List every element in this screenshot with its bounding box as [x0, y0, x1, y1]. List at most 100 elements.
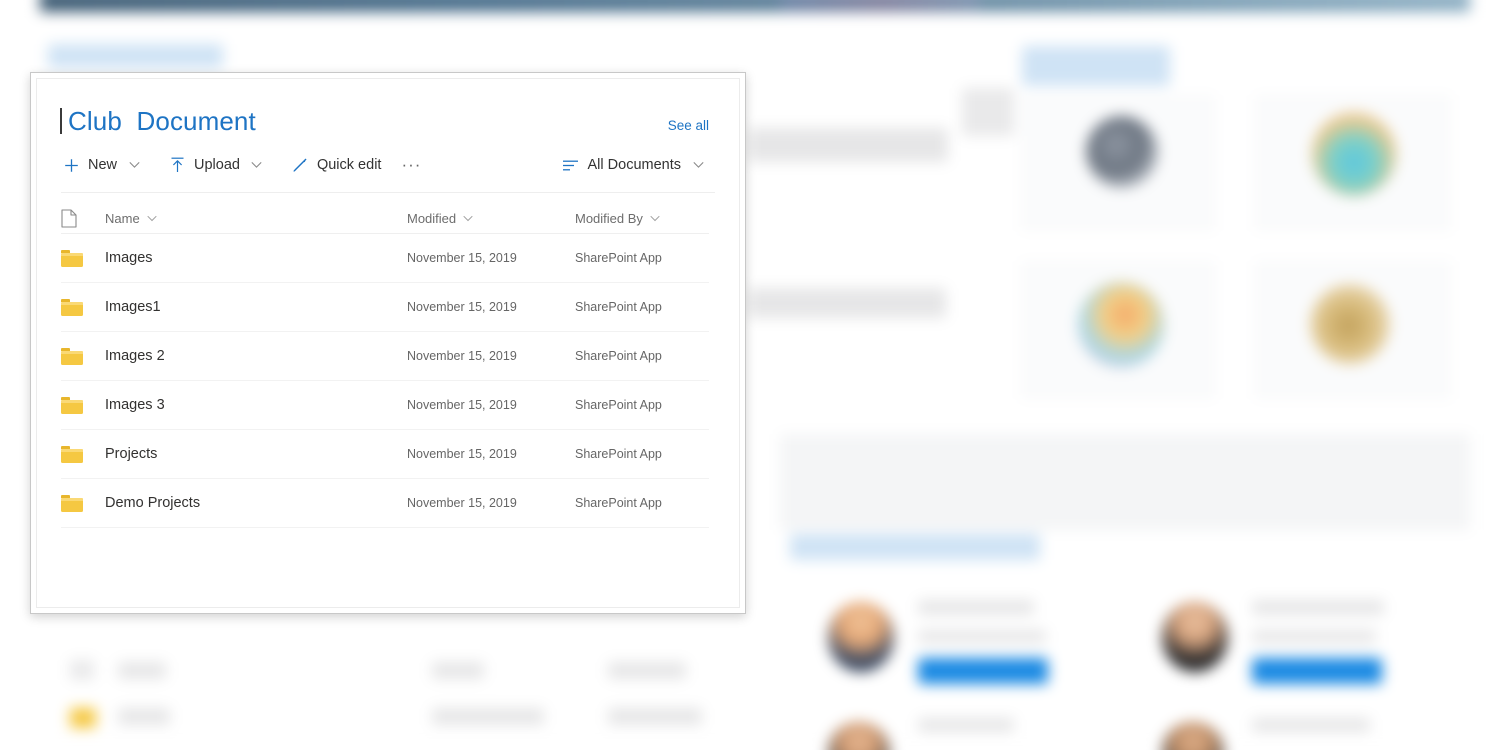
webpart-header: Club Document See all [37, 79, 739, 134]
document-icon [61, 208, 77, 228]
background-list-folder-icon [70, 708, 96, 728]
column-header-modified-by[interactable]: Modified By [575, 211, 709, 226]
upload-button[interactable]: Upload [167, 149, 240, 181]
background-panel-band [780, 434, 1470, 530]
column-header-modified[interactable]: Modified [407, 211, 575, 226]
folder-icon [61, 298, 83, 316]
row-modified: November 15, 2019 [407, 300, 517, 314]
row-name[interactable]: Projects [105, 446, 407, 462]
new-chevron-down-icon[interactable] [123, 155, 145, 175]
pencil-icon [290, 155, 310, 175]
view-chevron-down-icon[interactable] [687, 155, 709, 175]
quick-edit-button-label: Quick edit [316, 157, 382, 173]
background-person-role [1252, 630, 1376, 643]
row-modified: November 15, 2019 [407, 496, 517, 510]
background-person-role [918, 630, 1046, 643]
list-filter-icon [561, 155, 581, 175]
column-header-modified-by-label: Modified By [575, 210, 643, 226]
suite-top-nav-accent [780, 0, 980, 12]
page-title: Club Document [60, 108, 256, 134]
background-list-name [118, 708, 170, 725]
column-header-name[interactable]: Name [105, 211, 407, 226]
background-list-modified-by [608, 662, 686, 679]
table-row[interactable]: Images November 15, 2019 SharePoint App [61, 234, 709, 283]
modified-by-chevron-down-icon [650, 215, 660, 222]
club-document-webpart-panel: Club Document See all New Upload Quick e… [30, 72, 746, 614]
row-modified: November 15, 2019 [407, 251, 517, 265]
view-selector-label: All Documents [587, 157, 681, 173]
background-list-modified-by [608, 708, 702, 725]
background-tile-image [1078, 282, 1164, 368]
row-modified-by: SharePoint App [575, 251, 662, 265]
row-name[interactable]: Images [105, 250, 407, 266]
folder-icon [61, 249, 83, 267]
row-name[interactable]: Images1 [105, 299, 407, 315]
background-list-modified [432, 708, 544, 725]
column-header-file-type[interactable] [61, 208, 105, 228]
row-folder-icon-cell [61, 298, 105, 316]
name-chevron-down-icon [147, 215, 157, 222]
row-modified-by: SharePoint App [575, 300, 662, 314]
background-text-block [748, 128, 948, 162]
ellipsis-icon[interactable]: ··· [397, 151, 425, 179]
row-modified-by: SharePoint App [575, 496, 662, 510]
background-section-heading-right [1022, 46, 1170, 86]
row-name[interactable]: Demo Projects [105, 495, 407, 511]
background-person-avatar [828, 602, 894, 672]
quick-edit-button[interactable]: Quick edit [290, 149, 381, 181]
upload-button-label: Upload [194, 157, 240, 173]
page-title-text: Club Document [68, 106, 256, 136]
background-person-name [918, 718, 1014, 732]
background-tile-image [1086, 116, 1158, 188]
new-button-label: New [88, 157, 118, 173]
documents-table: Name Modified Modified By Images Novembe… [37, 193, 739, 528]
command-bar: New Upload Quick edit ··· All Documents [37, 134, 739, 178]
background-person-avatar [1162, 722, 1224, 750]
background-section-heading-people [790, 534, 1040, 560]
view-selector-button[interactable]: All Documents [561, 149, 681, 181]
background-list-modified [432, 662, 484, 679]
new-button[interactable]: New [61, 149, 117, 181]
folder-icon [61, 494, 83, 512]
row-folder-icon-cell [61, 494, 105, 512]
row-modified-by: SharePoint App [575, 447, 662, 461]
text-cursor-icon [60, 108, 62, 134]
background-tile-image [1312, 112, 1396, 196]
folder-icon [61, 396, 83, 414]
row-folder-icon-cell [61, 396, 105, 414]
background-person-avatar [828, 722, 890, 750]
see-all-link[interactable]: See all [668, 118, 709, 133]
column-header-name-label: Name [105, 210, 140, 226]
background-person-button [918, 658, 1048, 684]
row-name[interactable]: Images 3 [105, 397, 407, 413]
column-header-modified-label: Modified [407, 210, 457, 226]
background-list-name [118, 662, 166, 679]
background-person-avatar [1162, 602, 1228, 672]
club-document-webpart-inner: Club Document See all New Upload Quick e… [36, 78, 740, 608]
upload-arrow-icon [167, 155, 187, 175]
row-modified-by: SharePoint App [575, 349, 662, 363]
table-row[interactable]: Images 2 November 15, 2019 SharePoint Ap… [61, 332, 709, 381]
background-text-block [748, 288, 946, 318]
modified-chevron-down-icon [463, 215, 473, 222]
suite-top-nav-bar [40, 0, 1470, 12]
upload-chevron-down-icon[interactable] [246, 155, 268, 175]
background-list-icon [70, 660, 94, 680]
table-row[interactable]: Images1 November 15, 2019 SharePoint App [61, 283, 709, 332]
table-row[interactable]: Demo Projects November 15, 2019 SharePoi… [61, 479, 709, 528]
table-header-row: Name Modified Modified By [61, 193, 709, 233]
row-modified: November 15, 2019 [407, 447, 517, 461]
row-modified-by: SharePoint App [575, 398, 662, 412]
table-row[interactable]: Images 3 November 15, 2019 SharePoint Ap… [61, 381, 709, 430]
screenshot-root: Club Document See all New Upload Quick e… [0, 0, 1500, 750]
table-row[interactable]: Projects November 15, 2019 SharePoint Ap… [61, 430, 709, 479]
background-person-name [1252, 600, 1384, 615]
background-person-button [1252, 658, 1382, 684]
row-folder-icon-cell [61, 445, 105, 463]
background-thumbnail-chip [962, 88, 1014, 136]
background-person-name [918, 600, 1034, 615]
folder-icon [61, 445, 83, 463]
row-folder-icon-cell [61, 249, 105, 267]
row-name[interactable]: Images 2 [105, 348, 407, 364]
plus-icon [61, 155, 81, 175]
